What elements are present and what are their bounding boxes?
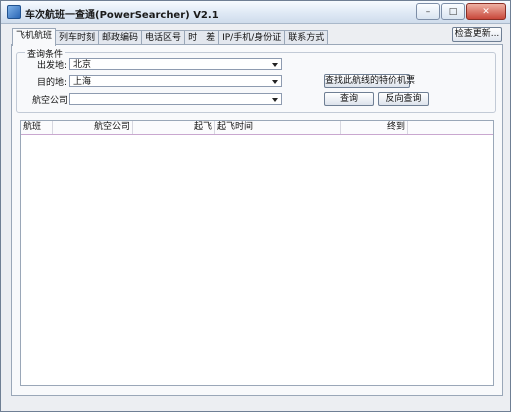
col-departure[interactable]: 起飞 (133, 121, 215, 134)
tab-area-code[interactable]: 电话区号 (141, 30, 186, 45)
title-bar[interactable]: 车次航班一查通(PowerSearcher) V2.1 – □ ✕ (1, 1, 510, 24)
tab-time-difference[interactable]: 时 差 (184, 30, 220, 45)
query-button[interactable]: 查询 (324, 92, 374, 106)
dropdown-arrow-icon (272, 63, 278, 67)
results-header: 航班 航空公司 起飞 起飞时间 终到 (21, 121, 493, 135)
from-label: 出发地: (37, 61, 68, 71)
to-label: 目的地: (37, 78, 68, 88)
tab-ip-phone-id[interactable]: IP/手机/身份证 (218, 30, 286, 45)
results-table[interactable]: 航班 航空公司 起飞 起飞时间 终到 (20, 120, 494, 386)
col-departure-time[interactable]: 起飞时间 (215, 121, 341, 134)
minimize-icon: – (425, 6, 431, 17)
dropdown-arrow-icon (272, 98, 278, 102)
reverse-query-button[interactable]: 反向查询 (378, 92, 429, 106)
close-button[interactable]: ✕ (466, 3, 506, 20)
special-fare-button[interactable]: 查找此航线的特价机票 (324, 74, 415, 88)
tab-contact[interactable]: 联系方式 (284, 30, 329, 45)
col-arrival[interactable]: 终到 (341, 121, 408, 134)
query-conditions-group: 查询条件 出发地: 北京 目的地: 上海 查找此航线的特价机票 航空公司: 查询… (16, 47, 496, 113)
maximize-button[interactable]: □ (441, 3, 465, 20)
main-window: 车次航班一查通(PowerSearcher) V2.1 – □ ✕ 飞机航班 列… (0, 0, 511, 412)
airline-select[interactable] (69, 93, 282, 105)
window-controls: – □ ✕ (415, 3, 506, 20)
minimize-button[interactable]: – (416, 3, 440, 20)
window-title: 车次航班一查通(PowerSearcher) V2.1 (25, 10, 219, 21)
close-icon: ✕ (482, 6, 490, 17)
tab-trains[interactable]: 列车时刻 (55, 30, 100, 45)
maximize-icon: □ (448, 6, 458, 17)
to-select[interactable]: 上海 (69, 75, 282, 87)
from-select[interactable]: 北京 (69, 58, 282, 70)
tab-flights[interactable]: 飞机航班 (12, 28, 57, 46)
to-value: 上海 (73, 77, 92, 87)
col-flight[interactable]: 航班 (21, 121, 53, 134)
tab-postal-code[interactable]: 邮政编码 (98, 30, 143, 45)
app-icon (7, 5, 21, 19)
from-value: 北京 (73, 60, 92, 70)
dropdown-arrow-icon (272, 80, 278, 84)
col-airline[interactable]: 航空公司 (53, 121, 133, 134)
tab-strip: 飞机航班 列车时刻 邮政编码 电话区号 时 差 IP/手机/身份证 联系方式 (12, 28, 329, 46)
check-update-button[interactable]: 检查更新... (452, 27, 502, 42)
flights-panel: 查询条件 出发地: 北京 目的地: 上海 查找此航线的特价机票 航空公司: 查询… (11, 44, 503, 396)
airline-label: 航空公司: (32, 96, 72, 106)
